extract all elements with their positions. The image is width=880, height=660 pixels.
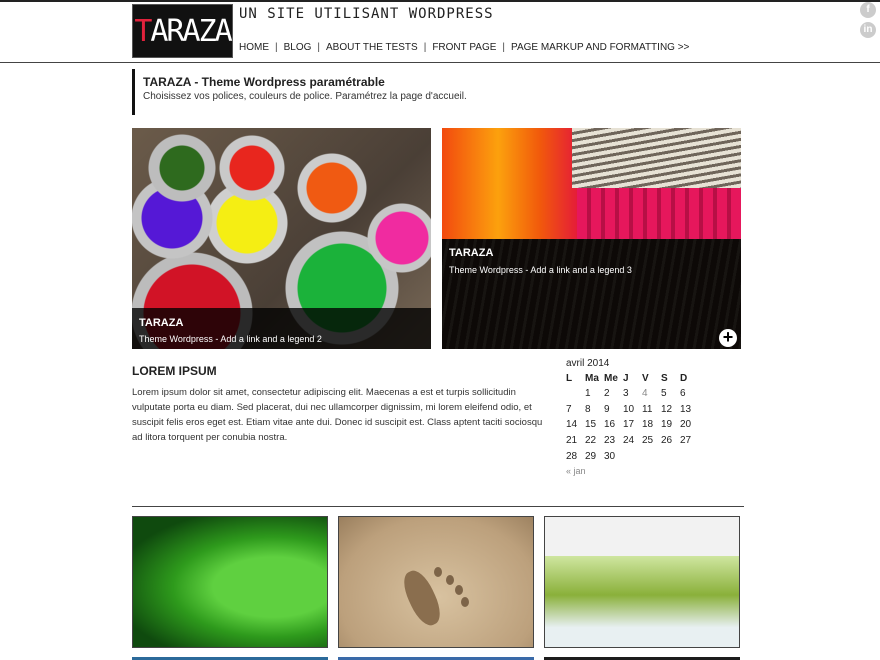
nav-separator: | [502,42,506,53]
calendar-day-header: L [566,373,573,384]
slider-image-fabrics[interactable]: TARAZA Theme Wordpress - Add a link and … [442,128,741,349]
slide-subtitle[interactable]: Theme Wordpress - Add a link and a legen… [139,334,431,344]
calendar-day-cell: 26 [661,435,673,447]
social-links: f in [860,2,876,38]
footprint-toe [455,585,463,595]
calendar-day-cell: 15 [585,419,597,431]
nav-item-about-the-tests[interactable]: ABOUT THE TESTS [326,42,418,53]
intro-subtitle: Choisissez vos polices, couleurs de poli… [143,91,467,102]
calendar-day-cell [623,448,642,464]
calendar-day-header: Me [604,373,618,384]
calendar-day-cell: 5 [661,388,667,400]
calendar-day-cell: 3 [623,388,629,400]
calendar-day-cell: 17 [623,419,635,431]
site-logo[interactable]: TARAZA [132,4,233,58]
calendar-day-cell [642,448,661,464]
calendar-day-cell: 8 [585,403,591,415]
calendar-week-row: 1 2 3 4 5 6 [566,386,699,402]
calendar-day-cell [566,386,585,402]
calendar-day-cell: 25 [642,435,654,447]
facebook-icon[interactable]: f [860,2,876,18]
nav-separator: | [423,42,427,53]
calendar-caption: avril 2014 [566,358,610,369]
calendar-day-cell: 28 [566,450,578,462]
calendar-day-cell: 16 [604,419,616,431]
slide-title: TARAZA [139,317,184,329]
nav-separator: | [275,42,278,53]
slide-caption: TARAZA Theme Wordpress - Add a link and … [132,308,431,349]
slider-image-powders[interactable]: TARAZA Theme Wordpress - Add a link and … [132,128,431,349]
footprint-toe [434,567,442,577]
calendar-day-cell: 18 [642,419,654,431]
intro-block: TARAZA - Theme Wordpress paramétrable Ch… [132,69,467,115]
calendar-day-cell: 13 [680,403,692,415]
fabric-orange [442,128,582,239]
nav-item-front-page[interactable]: FRONT PAGE [432,42,496,53]
calendar-header-row: L Ma Me J V S D [566,371,699,386]
site-header: TARAZA UN SITE UTILISANT WORDPRESS HOME … [0,2,880,63]
calendar-day-cell: 9 [604,403,610,415]
calendar-day-cell [680,448,699,464]
calendar-widget: avril 2014 L Ma Me J V S D 1 2 3 4 5 6 7 8 9 10 11… [566,358,699,476]
calendar-day-cell: 20 [680,419,692,431]
article-title[interactable]: LOREM IPSUM [132,364,552,378]
section-divider [132,506,744,507]
calendar-prev-link[interactable]: « jan [566,466,699,476]
slide-title: TARAZA [449,247,494,259]
plus-circle-icon[interactable]: + [719,328,737,347]
site-title: UN SITE UTILISANT WORDPRESS [239,6,494,22]
calendar-day-header: V [642,373,649,384]
gallery-thumb-water-leaf[interactable] [544,516,740,648]
main-nav: HOME | BLOG | ABOUT THE TESTS | FRONT PA… [239,42,689,53]
footprint-toe [446,575,454,585]
logo-rest: ARAZA [150,14,232,49]
nav-item-home[interactable]: HOME [239,42,269,53]
logo-initial: T [134,14,152,49]
calendar-day-header: S [661,373,668,384]
calendar-day-header: Ma [585,373,599,384]
calendar-week-row: 28 29 30 [566,448,699,464]
article-body: Lorem ipsum dolor sit amet, consectetur … [132,387,543,443]
calendar-day-cell: 1 [585,388,591,400]
calendar-day-cell: 21 [566,435,578,447]
calendar-day-cell: 12 [661,403,673,415]
calendar-week-row: 14 15 16 17 18 19 20 [566,417,699,433]
footprint-toe [461,597,469,607]
intro-title: TARAZA - Theme Wordpress paramétrable [143,75,385,89]
article-block: LOREM IPSUM Lorem ipsum dolor sit amet, … [132,364,552,445]
calendar-day-cell: 24 [623,435,635,447]
calendar-day-cell: 19 [661,419,673,431]
linkedin-icon[interactable]: in [860,22,876,38]
slide-subtitle[interactable]: Theme Wordpress - Add a link and a legen… [449,265,741,275]
calendar-table: L Ma Me J V S D 1 2 3 4 5 6 7 8 9 10 11 12 13 14 15 16 1… [566,371,699,464]
slide-caption: TARAZA Theme Wordpress - Add a link and … [442,239,741,349]
gallery-thumb-footprint[interactable] [338,516,534,648]
nav-item-blog[interactable]: BLOG [284,42,312,53]
calendar-day-cell: 6 [680,388,686,400]
calendar-day-cell: 30 [604,450,616,462]
calendar-week-row: 7 8 9 10 11 12 13 [566,402,699,418]
nav-separator: | [317,42,321,53]
calendar-day-header: D [680,373,688,384]
calendar-day-cell: 22 [585,435,597,447]
calendar-day-cell: 29 [585,450,597,462]
calendar-day-cell: 27 [680,435,692,447]
calendar-day-cell: 2 [604,388,610,400]
calendar-day-cell: 7 [566,403,572,415]
calendar-day-cell: 14 [566,419,578,431]
calendar-day-cell: 11 [642,403,653,415]
gallery-thumb-leaf[interactable] [132,516,328,648]
calendar-day-header: J [623,373,629,384]
calendar-day-cell: 23 [604,435,616,447]
calendar-day-cell [661,448,680,464]
nav-item-page-markup[interactable]: PAGE MARKUP AND FORMATTING >> [511,42,689,53]
calendar-day-cell: 4 [642,388,648,400]
calendar-week-row: 21 22 23 24 25 26 27 [566,433,699,449]
roof-slats [572,128,741,188]
calendar-day-cell: 10 [623,403,635,415]
